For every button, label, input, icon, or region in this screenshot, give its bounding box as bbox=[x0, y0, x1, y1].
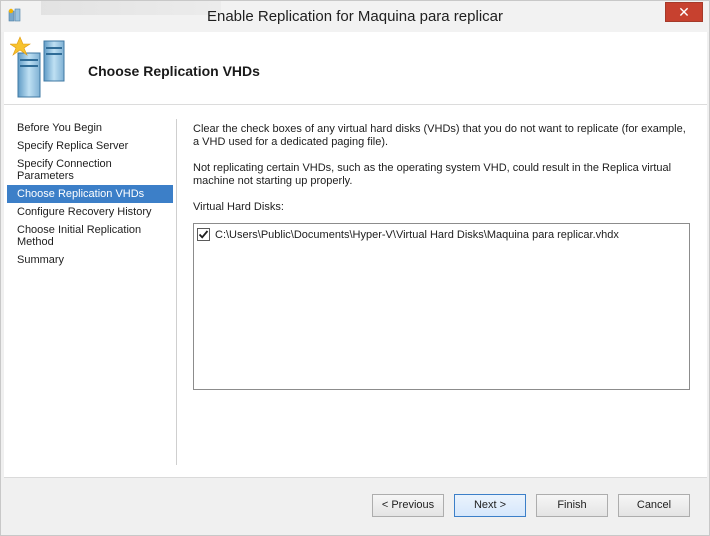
wizard-steps-nav: Before You Begin Specify Replica Server … bbox=[7, 119, 173, 269]
close-button[interactable]: ✕ bbox=[665, 2, 703, 22]
nav-item-specify-replica-server[interactable]: Specify Replica Server bbox=[7, 137, 173, 155]
nav-item-choose-initial-replication-method[interactable]: Choose Initial Replication Method bbox=[7, 221, 173, 251]
intro-text: Clear the check boxes of any virtual har… bbox=[193, 123, 686, 148]
nav-item-choose-replication-vhds[interactable]: Choose Replication VHDs bbox=[7, 185, 173, 203]
vhd-checkbox[interactable] bbox=[197, 228, 210, 241]
cancel-button[interactable]: Cancel bbox=[618, 494, 690, 517]
nav-item-specify-connection-parameters[interactable]: Specify Connection Parameters bbox=[7, 155, 173, 185]
title-bar[interactable]: Enable Replication for Maquina para repl… bbox=[1, 1, 709, 32]
replication-servers-icon bbox=[10, 36, 65, 98]
list-item[interactable]: C:\Users\Public\Documents\Hyper-V\Virtua… bbox=[197, 228, 619, 241]
wizard-window: Enable Replication for Maquina para repl… bbox=[0, 0, 710, 536]
wizard-body: Before You Begin Specify Replica Server … bbox=[4, 105, 707, 477]
nav-item-before-you-begin[interactable]: Before You Begin bbox=[7, 119, 173, 137]
nav-item-configure-recovery-history[interactable]: Configure Recovery History bbox=[7, 203, 173, 221]
content-pane: Clear the check boxes of any virtual har… bbox=[193, 123, 693, 390]
nav-divider bbox=[176, 119, 177, 465]
finish-button[interactable]: Finish bbox=[536, 494, 608, 517]
nav-item-summary[interactable]: Summary bbox=[7, 251, 173, 269]
warning-text: Not replicating certain VHDs, such as th… bbox=[193, 162, 672, 187]
previous-button[interactable]: < Previous bbox=[372, 494, 444, 517]
wizard-footer: < Previous Next > Finish Cancel bbox=[4, 477, 707, 533]
checkmark-icon bbox=[198, 230, 209, 239]
next-button[interactable]: Next > bbox=[454, 494, 526, 517]
vhd-list[interactable]: C:\Users\Public\Documents\Hyper-V\Virtua… bbox=[193, 223, 690, 390]
vhd-list-label: Virtual Hard Disks: bbox=[193, 201, 284, 213]
wizard-header: Choose Replication VHDs bbox=[4, 32, 707, 105]
window-title: Enable Replication for Maquina para repl… bbox=[206, 8, 503, 25]
vhd-path: C:\Users\Public\Documents\Hyper-V\Virtua… bbox=[215, 228, 619, 241]
page-title: Choose Replication VHDs bbox=[88, 63, 260, 79]
